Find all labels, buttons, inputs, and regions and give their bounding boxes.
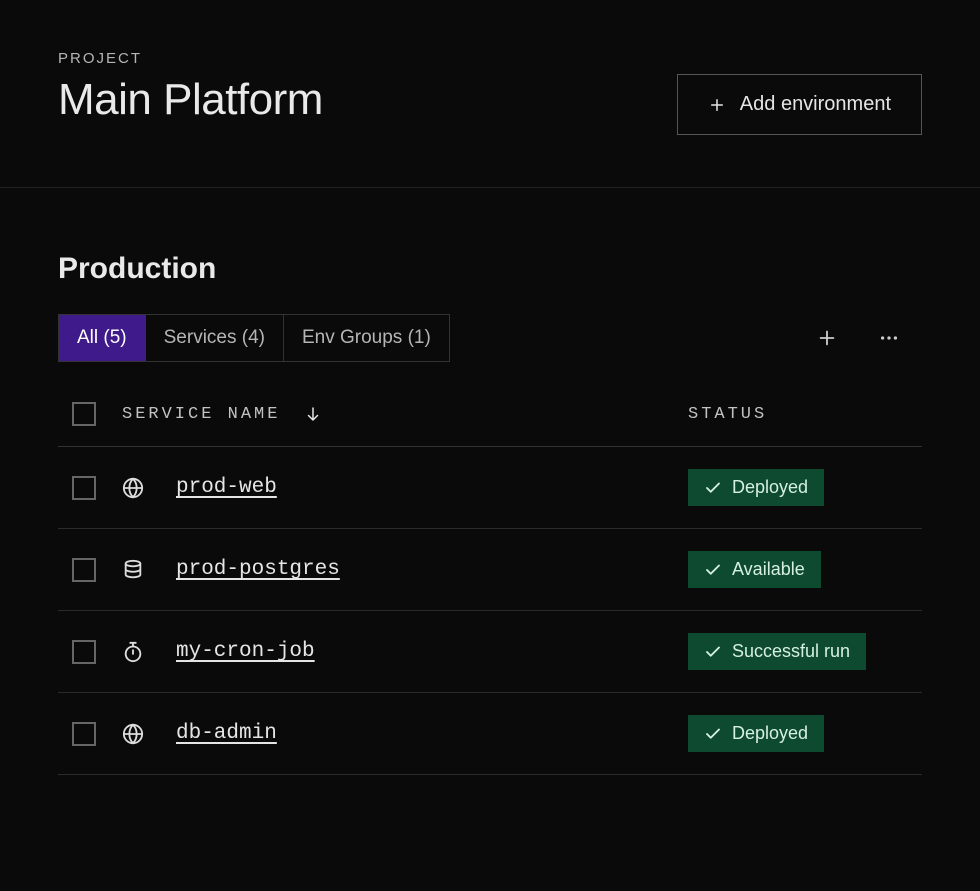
table-row: prod-web Deployed [58,447,922,529]
tab-env-groups[interactable]: Env Groups (1) [284,315,449,361]
table-row: my-cron-job Successful run [58,611,922,693]
status-text: Deployed [732,477,808,498]
timer-icon [122,641,148,663]
table-row: prod-postgres Available [58,529,922,611]
arrow-down-icon [304,405,322,423]
filter-tabs: All (5) Services (4) Env Groups (1) [58,314,450,362]
row-checkbox[interactable] [72,476,96,500]
tabs-row: All (5) Services (4) Env Groups (1) [58,314,922,362]
page-header: PROJECT Main Platform Add environment [0,0,980,188]
service-link[interactable]: prod-postgres [176,558,340,581]
database-icon [122,559,148,581]
environment-actions [816,327,922,349]
project-title: Main Platform [58,75,677,125]
tab-services[interactable]: Services (4) [146,315,284,361]
environment-title: Production [58,252,922,286]
check-icon [704,479,722,497]
service-link[interactable]: db-admin [176,722,277,745]
add-environment-button[interactable]: Add environment [677,74,922,135]
status-header: STATUS [688,405,767,424]
check-icon [704,561,722,579]
status-badge: Available [688,551,821,588]
column-service-name[interactable]: SERVICE NAME [122,405,688,424]
row-checkbox[interactable] [72,558,96,582]
select-all-checkbox[interactable] [72,402,96,426]
globe-icon [122,723,148,745]
status-badge: Deployed [688,715,824,752]
status-badge: Successful run [688,633,866,670]
column-checkbox [72,402,122,426]
status-text: Deployed [732,723,808,744]
row-checkbox[interactable] [72,722,96,746]
add-environment-label: Add environment [740,93,891,116]
tab-all[interactable]: All (5) [59,315,146,361]
check-icon [704,643,722,661]
table-header-row: SERVICE NAME STATUS [58,402,922,447]
column-status: STATUS [688,405,908,424]
status-badge: Deployed [688,469,824,506]
status-text: Successful run [732,641,850,662]
service-name-header: SERVICE NAME [122,405,280,424]
service-link[interactable]: my-cron-job [176,640,315,663]
plus-icon [708,96,726,114]
project-eyebrow-label: PROJECT [58,50,677,67]
header-left: PROJECT Main Platform [58,50,677,125]
globe-icon [122,477,148,499]
status-text: Available [732,559,805,580]
environment-section: Production All (5) Services (4) Env Grou… [0,188,980,775]
more-icon[interactable] [878,327,900,349]
add-icon[interactable] [816,327,838,349]
table-row: db-admin Deployed [58,693,922,775]
check-icon [704,725,722,743]
row-checkbox[interactable] [72,640,96,664]
service-link[interactable]: prod-web [176,476,277,499]
